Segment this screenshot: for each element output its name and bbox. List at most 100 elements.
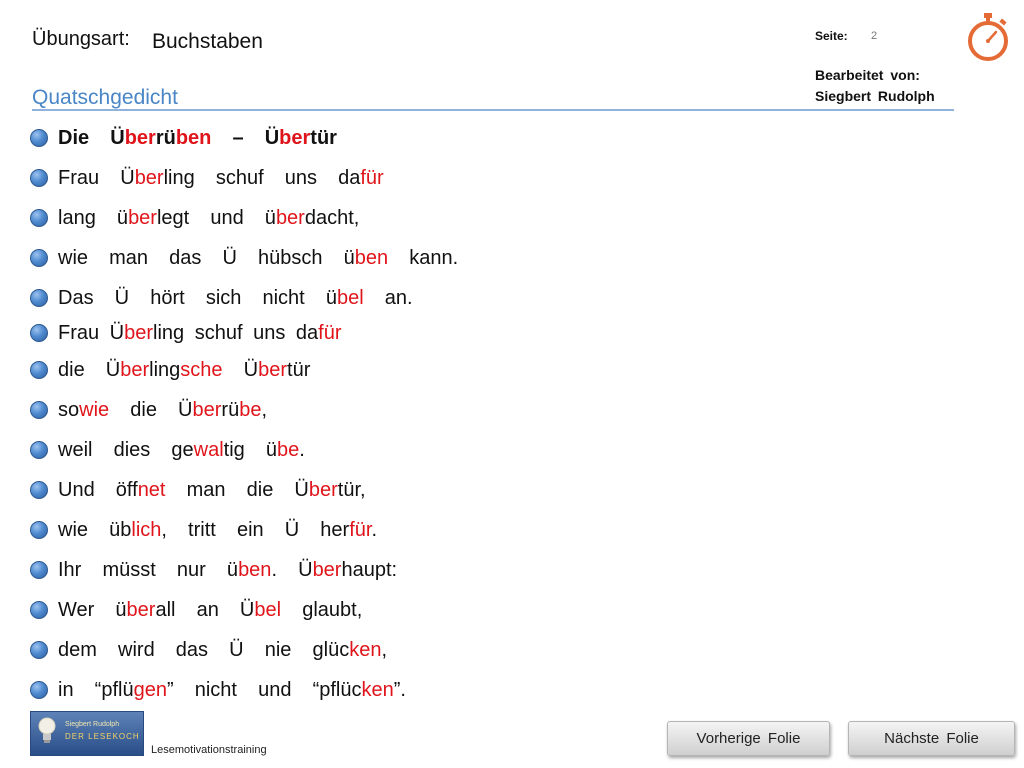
poem-verse: lang überlegt und überdacht, — [58, 207, 359, 230]
highlighted-syllable: ber — [124, 321, 154, 344]
verse-text: all an Ü — [155, 598, 255, 621]
poem-line: lang überlegt und überdacht, — [30, 204, 359, 232]
previous-slide-button[interactable]: Vorherige Folie — [667, 721, 830, 756]
poem-line: dem wird das Ü nie glücken, — [30, 636, 387, 664]
poem-line: die Überlingsche Übertür — [30, 356, 310, 384]
poem-line: Das Ü hört sich nicht übel an. — [30, 284, 413, 312]
highlighted-syllable: für — [360, 166, 384, 189]
highlighted-syllable: wie — [79, 398, 110, 421]
bullet-icon[interactable] — [30, 521, 48, 539]
highlighted-syllable: sche — [180, 358, 223, 381]
verse-text: ling schuf uns da — [153, 321, 319, 344]
poem-line: in “pflügen” nicht und “pflücken”. — [30, 676, 406, 704]
verse-text: an. — [363, 286, 413, 309]
verse-text: wie üb — [58, 518, 132, 541]
highlighted-syllable: für — [349, 518, 372, 541]
verse-text: rü — [221, 398, 240, 421]
verse-text: so — [58, 398, 80, 421]
verse-text: wie man das Ü hübsch ü — [58, 246, 355, 269]
bullet-icon[interactable] — [30, 361, 48, 379]
verse-text: Ü — [222, 358, 259, 381]
leserkoch-logo: Siegbert Rudolph DER LESEKOCH — [30, 711, 144, 756]
bullet-icon[interactable] — [30, 641, 48, 659]
verse-text: Ihr müsst nur ü — [58, 558, 239, 581]
highlighted-syllable: ber — [126, 598, 156, 621]
verse-text: , — [381, 638, 388, 661]
verse-text: Frau Ü — [58, 321, 125, 344]
verse-text: tür — [287, 358, 311, 381]
poem-verse: sowie die Überrübe, — [58, 399, 267, 422]
bullet-icon[interactable] — [30, 681, 48, 699]
highlighted-syllable: gen — [133, 678, 167, 701]
verse-text: ling — [149, 358, 181, 381]
poem-verse: weil dies gewaltig übe. — [58, 439, 305, 462]
highlighted-syllable: lich — [131, 518, 162, 541]
poem-verse: dem wird das Ü nie glücken, — [58, 639, 387, 662]
poem-verse: wie man das Ü hübsch üben kann. — [58, 247, 458, 270]
bullet-icon[interactable] — [30, 169, 48, 187]
bullet-icon[interactable] — [30, 481, 48, 499]
bullet-icon[interactable] — [30, 209, 48, 227]
bullet-icon[interactable] — [30, 129, 48, 147]
poem-verse: in “pflügen” nicht und “pflücken”. — [58, 679, 406, 702]
verse-text: ” nicht und “pflüc — [166, 678, 362, 701]
highlighted-syllable: ben — [354, 246, 389, 269]
verse-text: . — [299, 438, 305, 461]
verse-text: in “pflü — [58, 678, 134, 701]
verse-text: haupt: — [341, 558, 398, 581]
poem-line: weil dies gewaltig übe. — [30, 436, 305, 464]
highlighted-syllable: net — [137, 478, 166, 501]
poem-line: Und öffnet man die Übertür, — [30, 476, 366, 504]
poem-line: wie man das Ü hübsch üben kann. — [30, 244, 458, 272]
verse-text: die Ü — [58, 358, 121, 381]
poem-verse: Das Ü hört sich nicht übel an. — [58, 287, 413, 310]
verse-text: kann. — [388, 246, 459, 269]
verse-text: Frau Ü — [58, 166, 135, 189]
poem-verse: Frau Überling schuf uns dafür — [58, 167, 384, 190]
highlighted-syllable: bel — [254, 598, 282, 621]
verse-text: rü — [155, 126, 176, 149]
verse-text: – Ü — [211, 126, 280, 149]
poem-verse: Frau Überling schuf uns dafür — [58, 322, 341, 345]
highlighted-syllable: ber — [308, 478, 338, 501]
verse-text: Das Ü hört sich nicht ü — [58, 286, 337, 309]
highlighted-syllable: ber — [192, 398, 222, 421]
verse-text: glaubt, — [281, 598, 363, 621]
highlighted-syllable: für — [318, 321, 342, 344]
highlighted-syllable: ben — [238, 558, 272, 581]
highlighted-syllable: ken — [361, 678, 394, 701]
highlighted-syllable: ber — [124, 126, 156, 149]
verse-text: tür, — [337, 478, 366, 501]
logo-author: Siegbert Rudolph — [65, 721, 120, 728]
verse-text: Und öff — [58, 478, 138, 501]
poem: Die Überrüben – Übertür Frau Überling sch… — [0, 0, 1024, 768]
highlighted-syllable: ber — [275, 206, 305, 229]
poem-verse: Die Überrüben – Übertür — [58, 127, 337, 150]
verse-text: die Ü — [109, 398, 193, 421]
next-slide-button[interactable]: Nächste Folie — [848, 721, 1015, 756]
highlighted-syllable: bel — [336, 286, 364, 309]
verse-text: dacht, — [304, 206, 360, 229]
verse-text: Wer ü — [58, 598, 127, 621]
footer-caption: Lesemotivationstraining — [151, 744, 267, 756]
lightbulb-icon — [38, 717, 56, 743]
highlighted-syllable: ben — [175, 126, 212, 149]
bullet-icon[interactable] — [30, 561, 48, 579]
highlighted-syllable: ber — [258, 358, 288, 381]
logo-brand: DER LESEKOCH — [65, 732, 140, 741]
bullet-icon[interactable] — [30, 289, 48, 307]
poem-verse: Wer überall an Übel glaubt, — [58, 599, 362, 622]
bullet-icon[interactable] — [30, 441, 48, 459]
bullet-icon[interactable] — [30, 324, 48, 342]
poem-line: sowie die Überrübe, — [30, 396, 267, 424]
poem-line: wie üblich, tritt ein Ü herfür. — [30, 516, 377, 544]
bullet-icon[interactable] — [30, 601, 48, 619]
verse-text: Die Ü — [58, 126, 125, 149]
poem-line: Frau Überling schuf uns dafür — [30, 319, 341, 347]
highlighted-syllable: be — [239, 398, 262, 421]
bullet-icon[interactable] — [30, 249, 48, 267]
poem-verse: die Überlingsche Übertür — [58, 359, 310, 382]
bullet-icon[interactable] — [30, 401, 48, 419]
verse-text: tig ü — [223, 438, 277, 461]
highlighted-syllable: ken — [349, 638, 382, 661]
